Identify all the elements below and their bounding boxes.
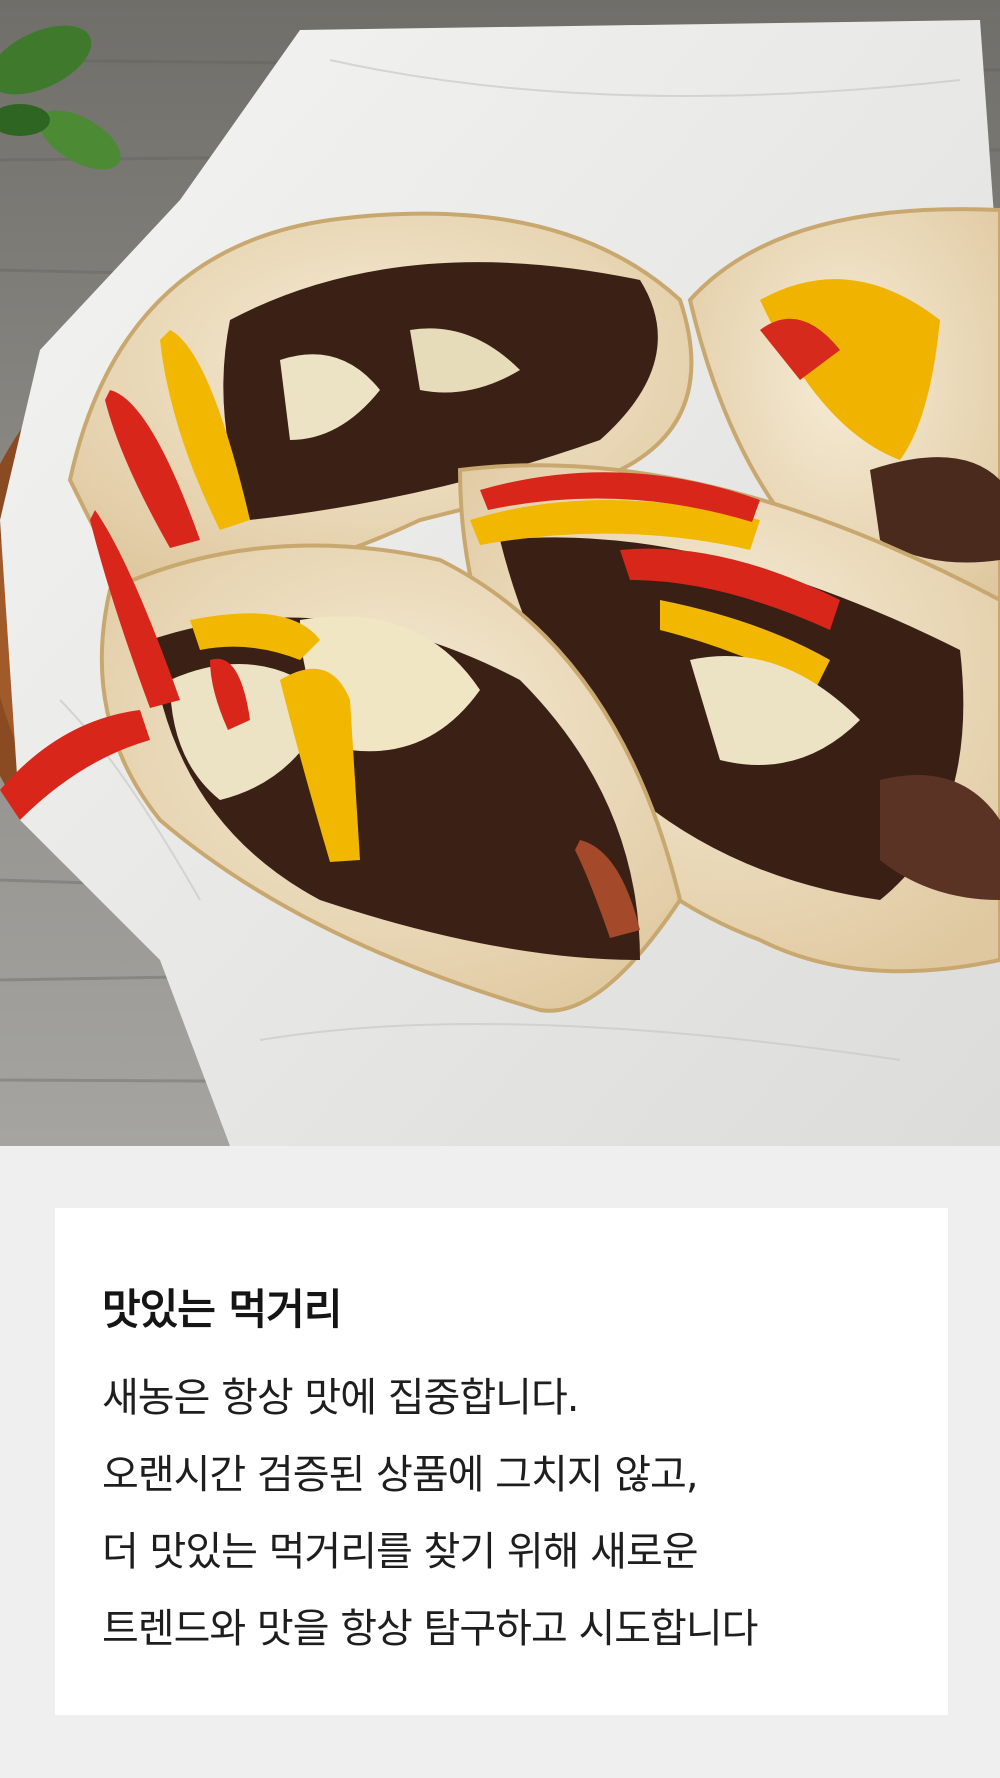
card-text-line: 트렌드와 맛을 항상 탐구하고 시도합니다 bbox=[102, 1606, 758, 1652]
description-card: 맛있는 먹거리 새농은 항상 맛에 집중합니다. 오랜시간 검증된 상품에 그치… bbox=[55, 1208, 948, 1715]
card-title: 맛있는 먹거리 bbox=[102, 1285, 342, 1334]
card-text-line: 새농은 항상 맛에 집중합니다. bbox=[102, 1375, 579, 1421]
card-text-line: 오랜시간 검증된 상품에 그치지 않고, bbox=[102, 1452, 699, 1498]
card-text-line: 더 맛있는 먹거리를 찾기 위해 새로운 bbox=[102, 1529, 699, 1575]
food-photo-illustration bbox=[0, 0, 1000, 1146]
page: 맛있는 먹거리 새농은 항상 맛에 집중합니다. 오랜시간 검증된 상품에 그치… bbox=[0, 0, 1000, 1778]
hero-food-photo bbox=[0, 0, 1000, 1146]
